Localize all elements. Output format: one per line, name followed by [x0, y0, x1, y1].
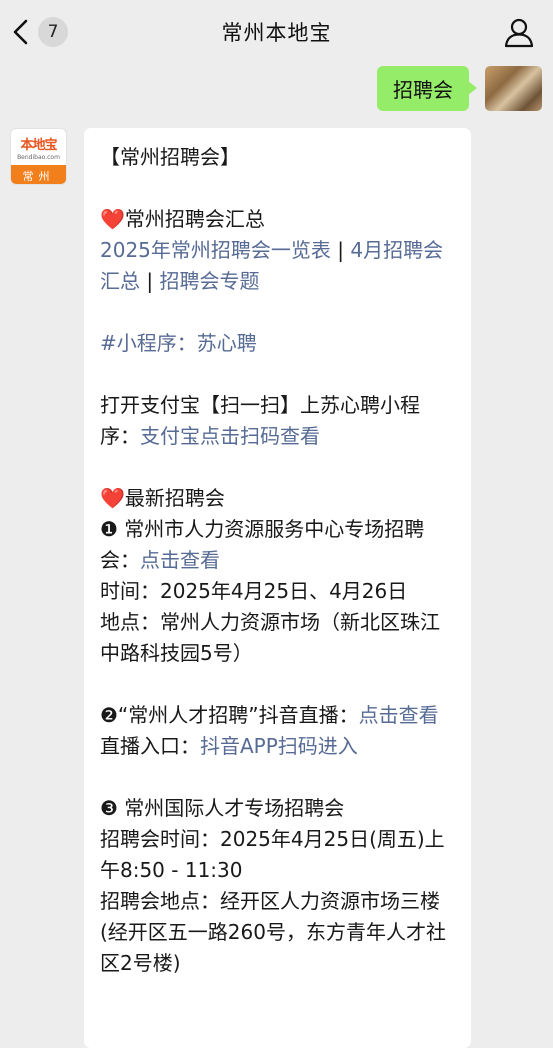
item-2-title: ❷“常州人才招聘”抖音直播：点击查看 [100, 703, 439, 727]
item-3-time: 招聘会时间：2025年4月25日(周五)上午8:50 - 11:30 [100, 827, 445, 882]
item-1-title: ❶ 常州市人力资源服务中心专场招聘会：点击查看 [100, 517, 425, 572]
item-3-place: 招聘会地点：经开区人力资源市场三楼(经开区五一路260号，东方青年人才社区2号楼… [100, 889, 446, 975]
item-1-time: 时间：2025年4月25日、4月26日 [100, 579, 408, 603]
heart-icon: ❤️ [100, 207, 125, 231]
item-3-title: ❸ 常州国际人才专场招聘会 [100, 796, 345, 820]
douyin-app-scan-link[interactable]: 抖音APP扫码进入 [200, 734, 358, 758]
item-1-place: 地点：常州人力资源市场（新北区珠江中路科技园5号） [100, 610, 440, 665]
chat-header: 7 常州本地宝 [0, 0, 553, 64]
heart-icon: ❤️ [100, 486, 125, 510]
outgoing-message-bubble[interactable]: 招聘会 [377, 66, 477, 111]
item-2-entry: 直播入口：抖音APP扫码进入 [100, 734, 358, 758]
section-latest-title: ❤️最新招聘会 [100, 486, 225, 510]
alipay-scan-link[interactable]: 支付宝点击扫码查看 [140, 424, 320, 448]
chat-title: 常州本地宝 [221, 21, 332, 45]
chat-area[interactable]: 招聘会 本地宝 Bendibao.com 常州 【常州招聘会】 ❤️常州招聘会汇… [0, 64, 553, 1048]
back-button[interactable]: 7 [10, 14, 70, 50]
outgoing-message-text: 招聘会 [393, 78, 453, 102]
account-avatar[interactable]: 本地宝 Bendibao.com 常州 [10, 128, 67, 185]
mini-program-link[interactable]: #小程序：苏心聘 [100, 328, 457, 359]
summary-links: 2025年常州招聘会一览表 | 4月招聘会汇总 | 招聘会专题 [100, 238, 444, 293]
section-summary-title: ❤️常州招聘会汇总 [100, 207, 265, 231]
alipay-instruction: 打开支付宝【扫一扫】上苏心聘小程序：支付宝点击扫码查看 [100, 393, 420, 448]
link-2025-job-fair-list[interactable]: 2025年常州招聘会一览表 [100, 238, 331, 262]
person-icon [504, 18, 534, 48]
bendibao-logo: 本地宝 Bendibao.com [11, 129, 66, 165]
logo-city-text: 常州 [11, 165, 66, 184]
message-heading: 【常州招聘会】 [100, 145, 240, 169]
incoming-message-bubble[interactable]: 【常州招聘会】 ❤️常州招聘会汇总 2025年常州招聘会一览表 | 4月招聘会汇… [84, 128, 471, 1048]
unread-count-badge: 7 [38, 17, 68, 47]
logo-main-text: 本地宝 [20, 137, 57, 153]
item-1-view-link[interactable]: 点击查看 [140, 548, 220, 572]
chevron-left-icon [13, 19, 28, 45]
item-2-view-link[interactable]: 点击查看 [359, 703, 439, 727]
profile-button[interactable] [503, 16, 535, 48]
my-avatar[interactable] [485, 66, 542, 111]
link-job-fair-topic[interactable]: 招聘会专题 [159, 269, 259, 293]
logo-sub-text: Bendibao.com [17, 153, 60, 161]
